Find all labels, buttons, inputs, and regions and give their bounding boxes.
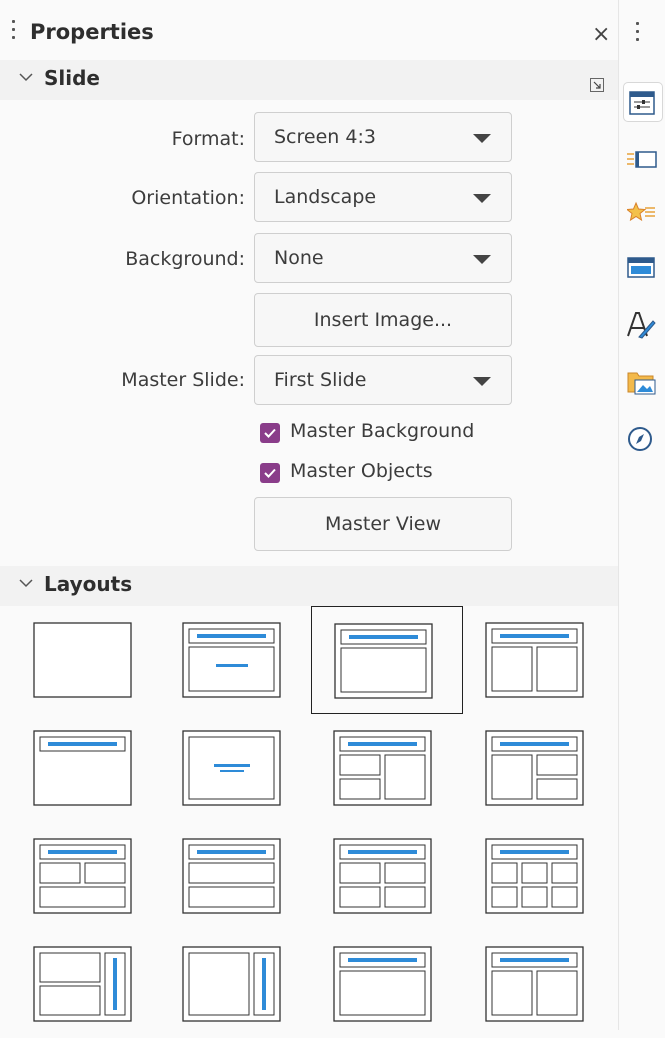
close-icon[interactable]: × xyxy=(592,24,610,46)
insert-image-button[interactable]: Insert Image... xyxy=(254,293,512,347)
format-label: Format: xyxy=(171,128,245,150)
layout-title-content-over-content-icon xyxy=(182,838,281,914)
checkmark-icon xyxy=(260,423,280,443)
layout-title-2-content[interactable] xyxy=(463,606,615,714)
layout-title-2-content-and-content-icon xyxy=(333,730,432,806)
panel-titlebar: Properties × xyxy=(0,14,618,56)
layout-title-2-vertical-content[interactable] xyxy=(463,930,615,1038)
layout-blank-icon xyxy=(33,622,132,698)
layout-vertical-title-2-content-icon xyxy=(33,946,132,1022)
layout-title-vertical-content[interactable] xyxy=(311,930,463,1038)
master-slide-label: Master Slide: xyxy=(121,369,245,391)
chevron-down-icon xyxy=(19,73,33,82)
more-options-icon[interactable] xyxy=(590,78,604,92)
layout-title-content-and-2-content[interactable] xyxy=(463,714,615,822)
format-value: Screen 4:3 xyxy=(274,126,376,148)
properties-icon xyxy=(629,91,655,115)
deck-styles-button[interactable] xyxy=(623,304,663,344)
animation-icon xyxy=(627,201,655,222)
layout-title-slide[interactable] xyxy=(160,606,312,714)
background-label: Background: xyxy=(125,248,245,270)
slide-transition-icon xyxy=(627,151,657,168)
layout-title-6-content-icon xyxy=(485,838,584,914)
panel-title: Properties xyxy=(30,20,154,44)
orientation-value: Landscape xyxy=(274,186,377,208)
layout-blank-slide[interactable] xyxy=(11,606,163,714)
layout-title-2-content-icon xyxy=(485,622,584,698)
chevron-down-icon xyxy=(473,377,491,386)
drag-handle-icon[interactable] xyxy=(12,20,15,44)
layout-title-only-icon xyxy=(33,730,132,806)
orientation-label: Orientation: xyxy=(131,187,245,209)
layout-title-content[interactable] xyxy=(311,606,463,714)
master-view-button[interactable]: Master View xyxy=(254,497,512,551)
layouts-section-title: Layouts xyxy=(44,572,133,596)
layout-title-content-over-content[interactable] xyxy=(160,822,312,930)
background-dropdown[interactable]: None xyxy=(254,233,512,283)
orientation-dropdown[interactable]: Landscape xyxy=(254,172,512,222)
layout-title-content-and-2-content-icon xyxy=(485,730,584,806)
master-slide-value: First Slide xyxy=(274,369,367,391)
styles-icon xyxy=(627,312,656,339)
chevron-down-icon xyxy=(19,579,33,588)
deck-animation-button[interactable] xyxy=(623,194,663,234)
chevron-down-icon xyxy=(473,194,491,203)
deck-menu-icon[interactable] xyxy=(636,22,639,46)
layout-title-2-content-and-content[interactable] xyxy=(311,714,463,822)
navigator-icon xyxy=(628,427,652,451)
master-slides-icon xyxy=(627,257,655,278)
format-dropdown[interactable]: Screen 4:3 xyxy=(254,112,512,162)
deck-navigator-button[interactable] xyxy=(623,420,663,460)
gallery-icon xyxy=(627,372,656,395)
layout-title-2-content-over-content[interactable] xyxy=(11,822,163,930)
layout-title-slide-icon xyxy=(182,622,281,698)
layout-title-vertical-content-icon xyxy=(333,946,432,1022)
layout-centered-text[interactable] xyxy=(160,714,312,822)
master-background-label: Master Background xyxy=(290,420,475,442)
layout-centered-text-icon xyxy=(182,730,281,806)
deck-slide-transition-button[interactable] xyxy=(623,140,663,180)
slide-section-title: Slide xyxy=(44,66,100,90)
layout-title-6-content[interactable] xyxy=(463,822,615,930)
layout-title-2-content-over-content-icon xyxy=(33,838,132,914)
properties-panel: Properties × Slide Format: Screen 4:3 Or… xyxy=(0,0,618,1030)
master-objects-label: Master Objects xyxy=(290,460,433,482)
layouts-section-header[interactable]: Layouts xyxy=(0,566,618,606)
deck-master-slides-button[interactable] xyxy=(623,248,663,288)
chevron-down-icon xyxy=(473,255,491,264)
layout-title-vertical-text[interactable] xyxy=(160,930,312,1038)
layout-vertical-title-content-icon xyxy=(182,946,281,1022)
deck-properties-button[interactable] xyxy=(623,82,663,122)
layout-title-4-content-icon xyxy=(333,838,432,914)
master-slide-dropdown[interactable]: First Slide xyxy=(254,355,512,405)
background-value: None xyxy=(274,247,324,269)
layout-title-vertical-text-vertical-chart[interactable] xyxy=(11,930,163,1038)
slide-section-header[interactable]: Slide xyxy=(0,60,618,100)
layout-title-4-content[interactable] xyxy=(311,822,463,930)
layout-title-2-vertical-content-icon xyxy=(485,946,584,1022)
checkmark-icon xyxy=(260,463,280,483)
sidebar-deck xyxy=(618,0,665,1030)
layout-title-content-icon xyxy=(334,623,433,699)
chevron-down-icon xyxy=(473,134,491,143)
deck-gallery-button[interactable] xyxy=(623,362,663,402)
layout-title-only[interactable] xyxy=(11,714,163,822)
